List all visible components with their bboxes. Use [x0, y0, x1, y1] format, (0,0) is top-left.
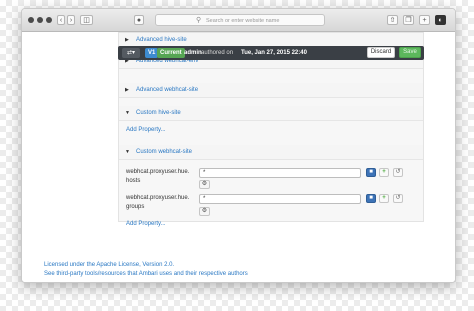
property-value-input[interactable]: *	[199, 194, 361, 204]
caret-right-icon: ▶	[125, 87, 129, 93]
browser-window: ‹ › ◫ ● ⚲ Search or enter website name ⇧…	[21, 8, 456, 283]
section-custom-webhcat-site[interactable]: ▼ Custom webhcat-site	[119, 145, 423, 160]
url-placeholder: Search or enter website name	[206, 18, 280, 24]
third-party-link[interactable]: See third-party tools/resources that Amb…	[44, 270, 248, 278]
shuffle-icon[interactable]: ⇄▾	[122, 48, 140, 58]
sidebar-icon[interactable]: ◫	[80, 15, 93, 25]
plus-icon[interactable]: +	[379, 168, 389, 177]
gear-icon[interactable]: ⚙	[199, 207, 210, 216]
url-bar[interactable]: ⚲ Search or enter website name	[155, 14, 325, 26]
config-sections: ▶ Advanced hive-site ▶ Advanced webhcat-…	[118, 32, 424, 227]
section-custom-hive-site[interactable]: ▼ Custom hive-site	[119, 106, 423, 121]
property-name: hosts	[126, 178, 141, 184]
property-name: webhcat.proxyuser.hue.	[126, 195, 190, 201]
section-title[interactable]: Custom webhcat-site	[136, 148, 192, 156]
license-link[interactable]: Licensed under the Apache License, Versi…	[44, 261, 174, 269]
tabs-icon[interactable]: ❐	[403, 15, 414, 25]
discard-button[interactable]: Discard	[367, 47, 395, 58]
extensions-icon[interactable]: ●	[134, 15, 144, 25]
page-content: ▶ Advanced hive-site ▶ Advanced webhcat-…	[22, 32, 455, 282]
property-value-input[interactable]: *	[199, 168, 361, 178]
property-name: webhcat.proxyuser.hue.	[126, 169, 190, 175]
back-icon[interactable]: ‹	[57, 15, 65, 25]
section-advanced-webhcat-site[interactable]: ▶ Advanced webhcat-site	[119, 83, 423, 98]
section-title[interactable]: Custom hive-site	[136, 109, 181, 117]
share-icon[interactable]: ⇧	[387, 15, 398, 25]
forward-icon[interactable]: ›	[67, 15, 75, 25]
gear-icon[interactable]: ⚙	[199, 180, 210, 189]
version-bar: ⇄▾ V1 Current admin authored on Tue, Jan…	[118, 46, 424, 60]
zoom-window-icon[interactable]	[46, 17, 52, 23]
undo-icon[interactable]: ↺	[393, 194, 403, 203]
add-property-link[interactable]: Add Property...	[126, 126, 166, 134]
night-mode-icon[interactable]: ◐	[435, 15, 446, 25]
section-title[interactable]: Advanced hive-site	[136, 36, 187, 44]
undo-icon[interactable]: ↺	[393, 168, 403, 177]
current-badge: Current	[157, 48, 185, 58]
authored-text: authored on	[201, 50, 234, 56]
save-button[interactable]: Save	[399, 47, 421, 58]
lock-icon[interactable]: ■	[366, 194, 376, 203]
section-title[interactable]: Advanced webhcat-site	[136, 86, 198, 94]
caret-right-icon: ▶	[125, 37, 129, 43]
close-window-icon[interactable]	[28, 17, 34, 23]
add-tab-icon[interactable]: +	[419, 15, 430, 25]
caret-down-icon: ▼	[125, 110, 130, 116]
plus-icon[interactable]: +	[379, 194, 389, 203]
lock-icon[interactable]: ■	[366, 168, 376, 177]
property-name: groups	[126, 204, 145, 210]
authored-date: Tue, Jan 27, 2015 22:40	[241, 50, 307, 56]
minimize-window-icon[interactable]	[37, 17, 43, 23]
search-icon: ⚲	[196, 17, 202, 24]
add-property-link[interactable]: Add Property...	[126, 220, 166, 228]
browser-toolbar: ‹ › ◫ ● ⚲ Search or enter website name ⇧…	[22, 9, 455, 32]
author-name: admin	[184, 50, 202, 56]
caret-down-icon: ▼	[125, 149, 130, 155]
